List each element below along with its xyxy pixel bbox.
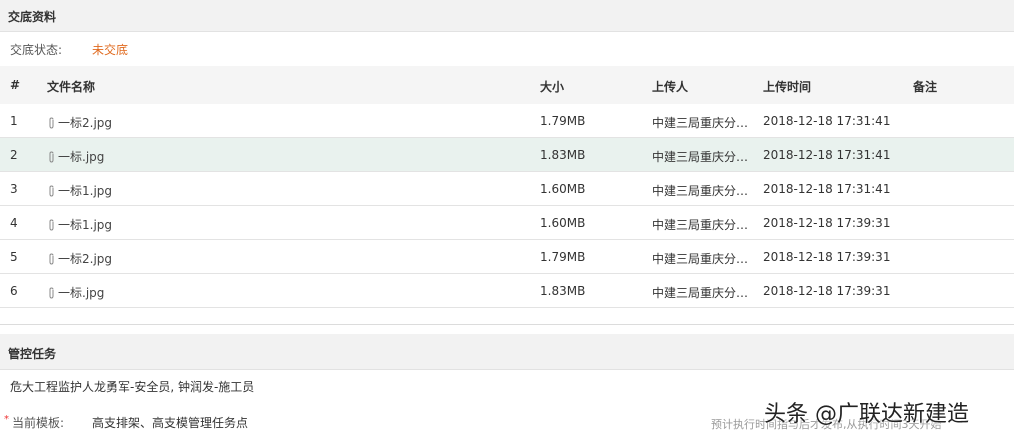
file-uploader: 中建三局重庆分…: [652, 150, 749, 164]
file-name: 一标2.jpg: [58, 116, 113, 130]
file-size: 1.60MB: [540, 216, 586, 230]
table-row: 1 一标2.jpg 1.79MB 中建三局重庆分… 2018-12-18 17:…: [0, 104, 1014, 138]
required-mark: *: [4, 414, 9, 425]
file-name: 一标.jpg: [58, 286, 105, 300]
col-size-header: 大小: [540, 80, 565, 94]
status-label: 交底状态:: [10, 43, 63, 57]
table-row: 6 一标.jpg 1.83MB 中建三局重庆分… 2018-12-18 17:3…: [0, 274, 1014, 308]
section-divider: [0, 324, 1014, 325]
file-link[interactable]: 一标2.jpg: [47, 250, 112, 267]
file-link[interactable]: 一标1.jpg: [47, 216, 112, 233]
col-note-header: 备注: [913, 80, 938, 94]
paperclip-icon: [49, 116, 54, 129]
paperclip-icon: [49, 252, 54, 265]
file-link[interactable]: 一标.jpg: [47, 284, 104, 301]
template-value: 高支排架、高支模管理任务点: [92, 416, 249, 430]
file-name: 一标1.jpg: [58, 218, 113, 232]
handover-section-header: 交底资料: [0, 0, 1014, 32]
upload-time: 2018-12-18 17:39:31: [763, 284, 891, 298]
upload-time: 2018-12-18 17:31:41: [763, 148, 891, 162]
supervisor-line: 危大工程监护人龙勇军-安全员, 钟润发-施工员: [10, 380, 255, 394]
file-uploader: 中建三局重庆分…: [652, 184, 749, 198]
table-row: 3 一标1.jpg 1.60MB 中建三局重庆分… 2018-12-18 17:…: [0, 172, 1014, 206]
col-name-header: 文件名称: [47, 80, 96, 94]
col-time-header: 上传时间: [763, 80, 812, 94]
control-section-header: 管控任务: [0, 334, 1014, 370]
file-link[interactable]: 一标2.jpg: [47, 114, 112, 131]
file-name: 一标2.jpg: [58, 252, 113, 266]
table-row: 5 一标2.jpg 1.79MB 中建三局重庆分… 2018-12-18 17:…: [0, 240, 1014, 274]
handover-section-title: 交底资料: [8, 10, 57, 24]
row-index: 3: [10, 182, 18, 196]
file-link[interactable]: 一标.jpg: [47, 148, 104, 165]
row-index: 1: [10, 114, 18, 128]
col-index-header: #: [10, 78, 21, 92]
file-table: # 文件名称 大小 上传人 上传时间 备注 1 一标2.jpg 1.79MB 中…: [0, 66, 1014, 308]
file-uploader: 中建三局重庆分…: [652, 116, 749, 130]
file-uploader: 中建三局重庆分…: [652, 286, 749, 300]
file-size: 1.79MB: [540, 114, 586, 128]
table-header: # 文件名称 大小 上传人 上传时间 备注: [0, 66, 1014, 104]
row-index: 4: [10, 216, 18, 230]
col-uploader-header: 上传人: [652, 80, 689, 94]
file-name: 一标1.jpg: [58, 184, 113, 198]
upload-time: 2018-12-18 17:39:31: [763, 216, 891, 230]
file-link[interactable]: 一标1.jpg: [47, 182, 112, 199]
row-index: 6: [10, 284, 18, 298]
upload-time: 2018-12-18 17:31:41: [763, 182, 891, 196]
paperclip-icon: [49, 150, 54, 163]
file-name: 一标.jpg: [58, 150, 105, 164]
template-label: 当前模板:: [12, 416, 65, 430]
status-value: 未交底: [92, 43, 129, 57]
file-uploader: 中建三局重庆分…: [652, 252, 749, 266]
file-size: 1.83MB: [540, 148, 586, 162]
upload-time: 2018-12-18 17:39:31: [763, 250, 891, 264]
row-index: 2: [10, 148, 18, 162]
control-section-title: 管控任务: [8, 347, 57, 361]
paperclip-icon: [49, 184, 54, 197]
file-size: 1.79MB: [540, 250, 586, 264]
file-size: 1.60MB: [540, 182, 586, 196]
file-size: 1.83MB: [540, 284, 586, 298]
paperclip-icon: [49, 218, 54, 231]
file-uploader: 中建三局重庆分…: [652, 218, 749, 232]
row-index: 5: [10, 250, 18, 264]
paperclip-icon: [49, 286, 54, 299]
watermark: 头条 @广联达新建造: [764, 402, 969, 427]
table-row: 4 一标1.jpg 1.60MB 中建三局重庆分… 2018-12-18 17:…: [0, 206, 1014, 240]
handover-status-row: 交底状态: 未交底: [0, 32, 1014, 66]
table-row: 2 一标.jpg 1.83MB 中建三局重庆分… 2018-12-18 17:3…: [0, 138, 1014, 172]
upload-time: 2018-12-18 17:31:41: [763, 114, 891, 128]
